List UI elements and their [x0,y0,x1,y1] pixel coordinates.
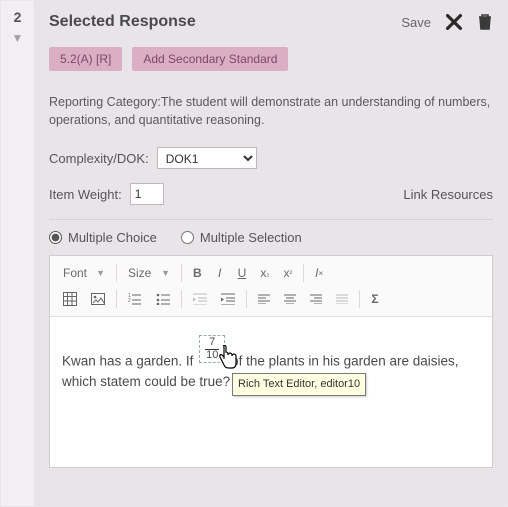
subscript-button[interactable]: x₂ [254,262,275,284]
radio-multiple-selection-label: Multiple Selection [200,230,302,245]
indent-button[interactable] [215,289,241,309]
align-center-button[interactable] [278,290,302,308]
image-button[interactable] [85,289,111,309]
fraction-denominator: 10 [205,350,219,362]
superscript-button[interactable]: x² [277,262,298,284]
size-selector[interactable]: Size▼ [122,262,176,284]
divider [49,219,493,220]
radio-multiple-choice-label: Multiple Choice [68,230,157,245]
svg-text:2: 2 [128,298,131,304]
radio-multiple-selection[interactable]: Multiple Selection [181,230,302,245]
equation-button[interactable]: Σ [365,288,385,310]
numbered-list-button[interactable]: 12 [122,289,148,309]
underline-button[interactable]: U [232,262,253,284]
response-panel: Selected Response Save 5.2(A) [R] Add Se… [35,1,507,506]
table-button[interactable] [57,288,83,310]
radio-multiple-choice[interactable]: Multiple Choice [49,230,157,245]
question-text-after: could be true? [141,374,230,389]
align-justify-button[interactable] [330,290,354,308]
trash-icon[interactable] [477,13,493,31]
fraction-numerator: 7 [205,337,219,350]
complexity-select[interactable]: DOK1 [157,147,257,169]
remove-format-button[interactable]: I× [309,262,329,284]
align-right-button[interactable] [304,290,328,308]
font-selector[interactable]: Font▼ [57,262,111,284]
question-text-before: Kwan has a garden. If [62,354,197,369]
collapse-caret-icon[interactable]: ▼ [1,31,34,45]
reporting-category: Reporting Category:The student will demo… [49,93,493,129]
editor-toolbar: Font▼ Size▼ B I U x₂ x² I× [50,256,492,317]
align-left-button[interactable] [252,290,276,308]
question-number: 2 [1,9,34,25]
rich-text-editor: Font▼ Size▼ B I U x₂ x² I× [49,255,493,468]
italic-button[interactable]: I [210,262,230,284]
question-number-column: 2 ▼ [1,1,35,506]
bulleted-list-button[interactable] [150,289,176,309]
close-icon[interactable] [443,11,465,33]
link-resources-button[interactable]: Link Resources [403,187,493,202]
editor-content-area[interactable]: Kwan has a garden. If 710 of the plants … [50,317,492,467]
standard-tag[interactable]: 5.2(A) [R] [49,47,122,71]
reporting-category-label: Reporting Category: [49,95,161,109]
radio-multiple-choice-input[interactable] [49,231,62,244]
panel-title: Selected Response [49,13,196,31]
add-secondary-standard-button[interactable]: Add Secondary Standard [132,47,288,71]
item-weight-label: Item Weight: [49,187,122,202]
bold-button[interactable]: B [187,262,208,284]
outdent-button[interactable] [187,289,213,309]
editor-tooltip: Rich Text Editor, editor10 [232,373,366,396]
fraction-object[interactable]: 710 [199,335,225,363]
item-weight-input[interactable] [130,183,164,205]
radio-multiple-selection-input[interactable] [181,231,194,244]
save-button[interactable]: Save [401,15,431,30]
complexity-label: Complexity/DOK: [49,151,149,166]
